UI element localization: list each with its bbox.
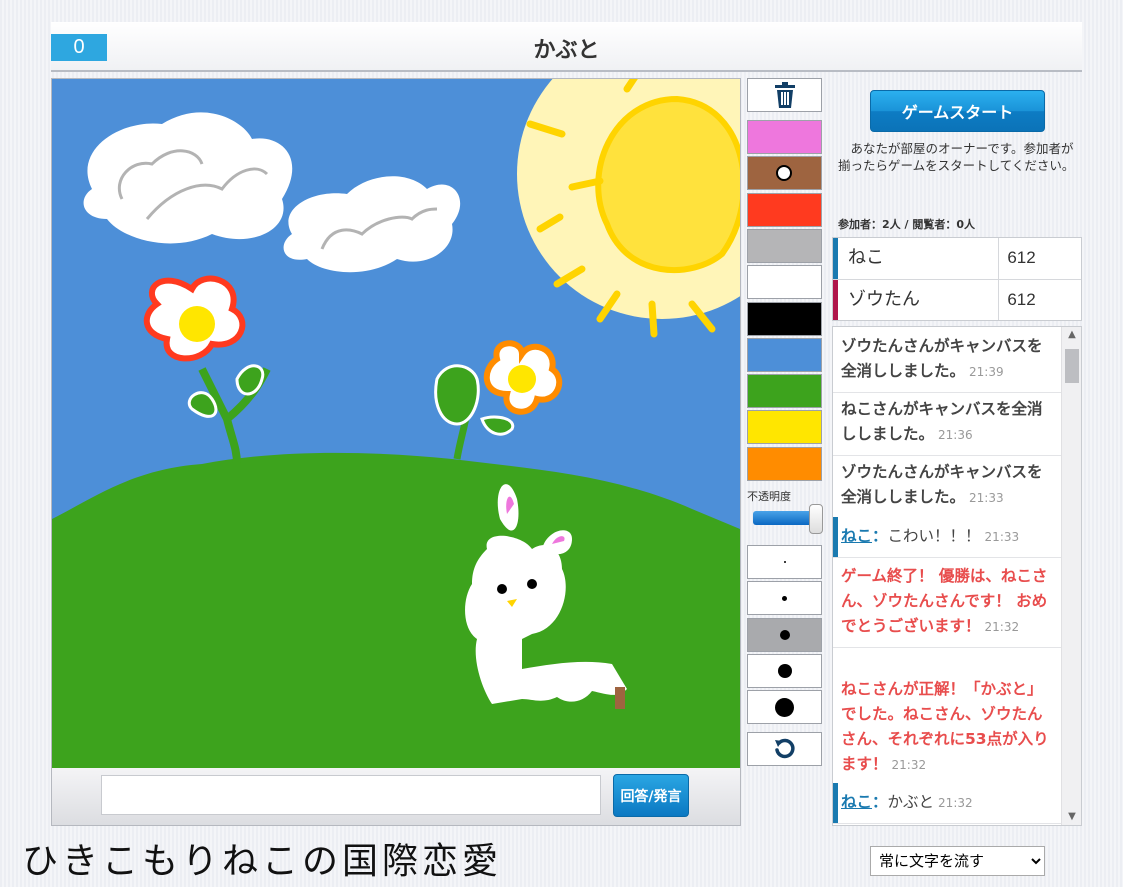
brush-size-button[interactable] — [747, 653, 822, 688]
opacity-label: 不透明度 — [747, 490, 791, 503]
brush-size-dot — [777, 663, 792, 678]
player-row: ねこ 612 — [833, 238, 1081, 279]
chat-text: ゾウたんさんがキャンバスを全消ししました。 — [841, 463, 1043, 506]
player-score: 612 — [1007, 248, 1036, 267]
chat-message-user: ねこ：かぶと 21:32 — [833, 783, 1061, 824]
brush-size-button[interactable] — [747, 545, 822, 579]
trash-icon — [774, 82, 795, 108]
answer-submit-button[interactable]: 回答/発言 — [613, 774, 689, 817]
scroll-thumb[interactable] — [1065, 349, 1079, 383]
chat-message-alert: ねこさんが正解！「かぶと」でした。ねこさん、ゾウたんさん、それぞれに53点が入り… — [833, 670, 1061, 786]
color-swatch[interactable] — [747, 120, 822, 154]
chat-message-user: ねこ：こわい！！！ 21:33 — [833, 517, 1061, 558]
participant-count: 参加者：2人 / 閲覧者：0人 — [838, 218, 975, 231]
opacity-thumb[interactable] — [809, 504, 823, 534]
chat-message: ゾウたんさんがキャンバスを全消ししました。 21:33 — [833, 453, 1061, 519]
chevron-down-icon[interactable]: ▼ — [1062, 809, 1081, 825]
brush-size-dot — [783, 561, 786, 563]
game-header: 0 かぶと — [51, 22, 1082, 72]
color-swatch[interactable] — [747, 265, 822, 300]
answer-bar: 回答/発言 — [52, 768, 740, 825]
player-name: ねこ — [838, 238, 1000, 279]
opacity-slider[interactable] — [753, 504, 823, 534]
answer-word: かぶと — [533, 38, 600, 63]
chat-colon: ： — [872, 527, 888, 545]
brush-size-button[interactable] — [747, 617, 822, 652]
chevron-up-icon[interactable]: ▲ — [1062, 327, 1081, 343]
chat-username[interactable]: ねこ — [841, 527, 872, 545]
player-list: ねこ 612 ゾウたん 612 — [832, 237, 1082, 321]
chat-message-alert: ゲーム終了！ 優勝は、ねこさん、ゾウたんさんです！ おめでとうございます！ 21:… — [833, 557, 1061, 648]
answer-input[interactable] — [101, 775, 601, 815]
chat-text: かぶと — [887, 793, 935, 811]
color-swatch[interactable] — [747, 410, 822, 445]
chat-text: ゾウたんさんがキャンバスを全消ししました。 — [841, 337, 1043, 380]
chat-time: 21:33 — [984, 530, 1020, 544]
color-swatch[interactable] — [747, 228, 822, 263]
color-swatch[interactable] — [747, 301, 822, 336]
color-swatch[interactable] — [747, 446, 822, 481]
owner-message: あなたが部屋のオーナーです。参加者が揃ったらゲームをスタートしてください。 — [838, 141, 1075, 173]
game-start-button[interactable]: ゲームスタート — [870, 90, 1045, 132]
text-mode-select[interactable]: 常に文字を流す — [870, 846, 1045, 876]
color-swatch[interactable] — [747, 192, 822, 227]
clear-canvas-button[interactable] — [747, 78, 822, 112]
brush-size-dot — [782, 595, 787, 601]
chat-time: 21:33 — [969, 491, 1004, 505]
color-swatch[interactable] — [747, 156, 822, 191]
chat-time: 21:36 — [938, 428, 973, 442]
opacity-track — [753, 511, 813, 525]
undo-icon — [774, 738, 795, 759]
brush-size-dot — [779, 629, 790, 640]
chat-time: 21:32 — [984, 620, 1020, 634]
selected-color-indicator — [776, 165, 792, 182]
undo-button[interactable] — [747, 732, 822, 766]
chat-text: こわい！！！ — [887, 527, 981, 545]
brush-size-button[interactable] — [747, 581, 822, 616]
brush-size-button[interactable] — [747, 690, 822, 725]
player-score: 612 — [1007, 290, 1036, 309]
drawing-canvas[interactable] — [52, 79, 740, 768]
player-name: ゾウたん — [838, 280, 1000, 320]
chat-time: 21:32 — [891, 758, 927, 772]
color-swatch[interactable] — [747, 337, 822, 372]
brush-size-dot — [775, 697, 794, 717]
site-logo: ひきこもりねこの国際恋愛 — [22, 841, 503, 882]
chat-time: 21:39 — [969, 365, 1004, 379]
chat-message: ゾウたんさんがキャンバスを全消ししました。 21:39 — [833, 327, 1061, 393]
chat-log[interactable]: ゾウたんさんがキャンバスを全消ししました。 21:39 ねこさんがキャンバスを全消… — [832, 326, 1082, 826]
color-swatch[interactable] — [747, 374, 822, 409]
chat-username[interactable]: ねこ — [841, 793, 872, 811]
chat-message: ねこさんがキャンバスを全消ししました。 21:36 — [833, 390, 1061, 456]
chat-time: 21:32 — [938, 796, 973, 810]
chat-colon: ： — [872, 793, 888, 811]
chat-text: ねこさんが正解！「かぶと」でした。ねこさん、ゾウたんさん、それぞれに53点が入り… — [841, 680, 1049, 773]
player-row: ゾウたん 612 — [833, 279, 1081, 320]
canvas-frame: 回答/発言 — [51, 78, 741, 826]
chat-scrollbar[interactable]: ▲ ▼ — [1061, 327, 1081, 825]
